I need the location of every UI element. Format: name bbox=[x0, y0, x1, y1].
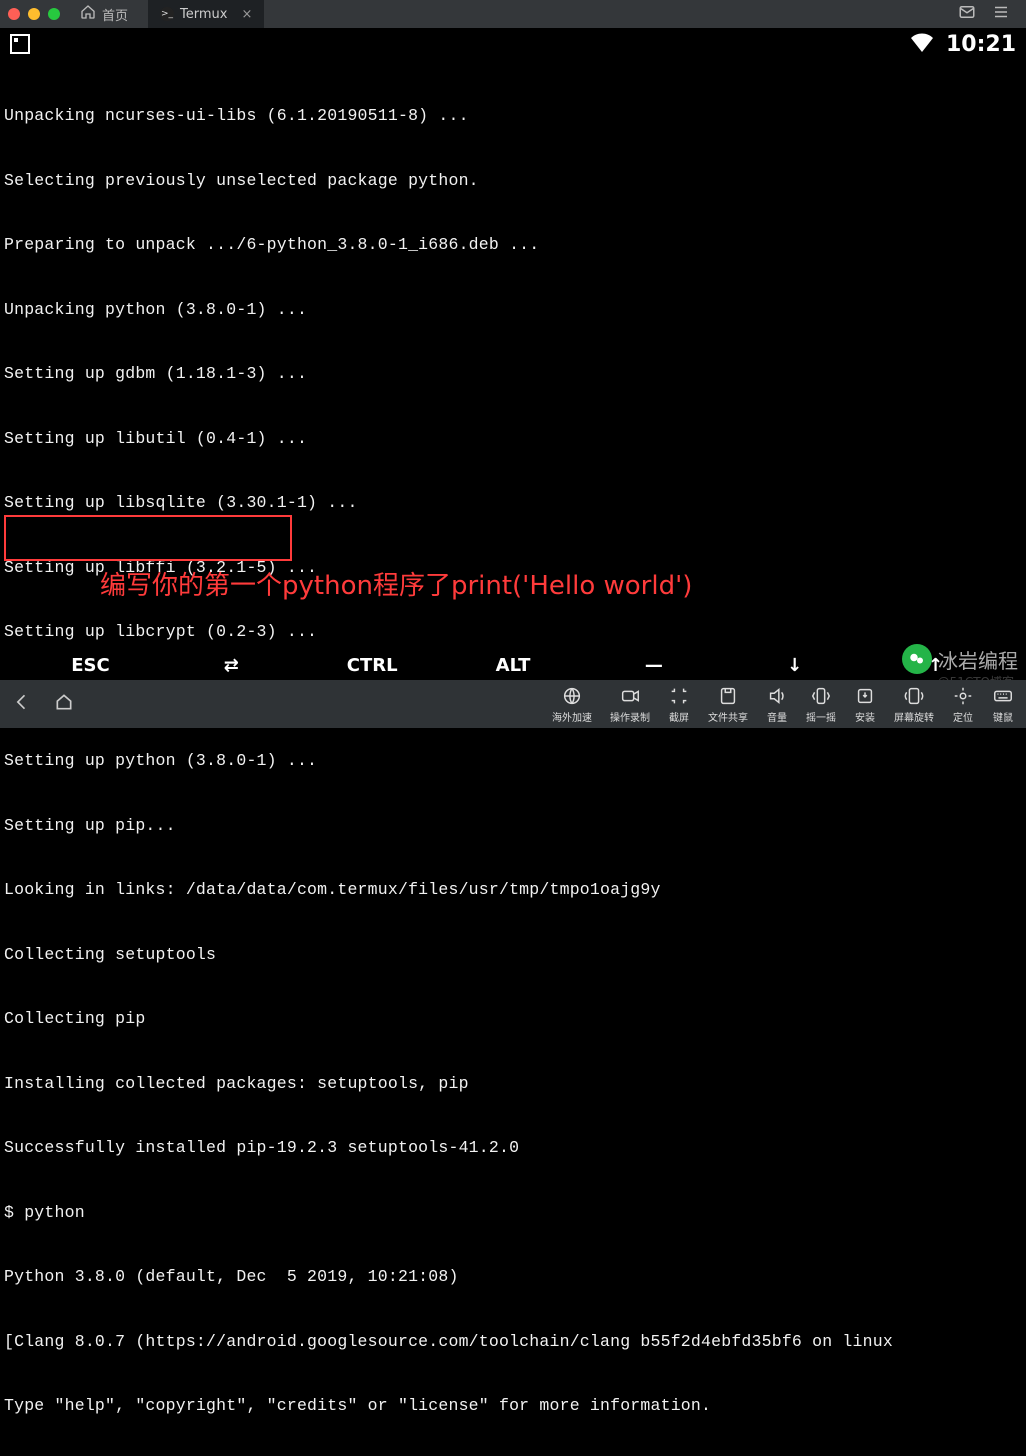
term-line: Successfully installed pip-19.2.3 setupt… bbox=[4, 1137, 1022, 1159]
term-line: Setting up gdbm (1.18.1-3) ... bbox=[4, 363, 1022, 385]
dock-rotate[interactable]: 屏幕旋转 bbox=[894, 685, 934, 724]
key-ctrl[interactable]: CTRL bbox=[302, 655, 443, 676]
android-nav bbox=[12, 692, 74, 717]
watermark-text: 冰岩编程 bbox=[938, 645, 1018, 674]
emulator-dock: 海外加速 操作录制 截屏 文件共享 音量 摇一摇 安装 屏幕旋转 bbox=[552, 685, 1014, 724]
term-line: Collecting pip bbox=[4, 1008, 1022, 1030]
term-line: Preparing to unpack .../6-python_3.8.0-1… bbox=[4, 234, 1022, 256]
annotation-rect bbox=[4, 515, 292, 561]
dock-fileshare[interactable]: 文件共享 bbox=[708, 685, 748, 724]
dock-install[interactable]: 安装 bbox=[854, 685, 876, 724]
key-dash[interactable]: — bbox=[583, 655, 724, 676]
wechat-icon bbox=[902, 644, 932, 674]
android-statusbar: 10:21 bbox=[0, 28, 1026, 60]
home-icon bbox=[80, 4, 96, 24]
term-line: Setting up libutil (0.4-1) ... bbox=[4, 428, 1022, 450]
back-icon[interactable] bbox=[12, 692, 32, 717]
home-label: 首页 bbox=[102, 5, 128, 24]
term-line: Setting up libsqlite (3.30.1-1) ... bbox=[4, 492, 1022, 514]
close-icon[interactable]: × bbox=[241, 7, 252, 22]
status-clock: 10:21 bbox=[946, 32, 1016, 57]
dock-volume[interactable]: 音量 bbox=[766, 685, 788, 724]
term-line: Installing collected packages: setuptool… bbox=[4, 1073, 1022, 1095]
tab-label: Termux bbox=[180, 7, 227, 22]
menu-icon[interactable] bbox=[992, 3, 1010, 26]
key-down[interactable]: ↓ bbox=[724, 655, 865, 676]
term-line: Selecting previously unselected package … bbox=[4, 170, 1022, 192]
maximize-window[interactable] bbox=[48, 8, 60, 20]
titlebar-actions bbox=[958, 3, 1018, 26]
wifi-icon bbox=[910, 32, 934, 57]
key-tab[interactable]: ⇄ bbox=[161, 655, 302, 676]
term-line: Collecting setuptools bbox=[4, 944, 1022, 966]
app-square-icon[interactable] bbox=[10, 34, 30, 54]
tab-termux[interactable]: >_ Termux × bbox=[148, 0, 264, 28]
dock-location[interactable]: 定位 bbox=[952, 685, 974, 724]
term-line: Setting up libcrypt (0.2-3) ... bbox=[4, 621, 1022, 643]
terminal-output[interactable]: Unpacking ncurses-ui-libs (6.1.20190511-… bbox=[0, 60, 1026, 1456]
termux-softkeys: ESC ⇄ CTRL ALT — ↓ ↑ bbox=[0, 655, 1026, 676]
term-line: Setting up python (3.8.0-1) ... bbox=[4, 750, 1022, 772]
term-line: $ python bbox=[4, 1202, 1022, 1224]
term-line: Unpacking ncurses-ui-libs (6.1.20190511-… bbox=[4, 105, 1022, 127]
key-alt[interactable]: ALT bbox=[443, 655, 584, 676]
dock-shake[interactable]: 摇一摇 bbox=[806, 685, 836, 724]
emulator-bottombar: 海外加速 操作录制 截屏 文件共享 音量 摇一摇 安装 屏幕旋转 bbox=[0, 680, 1026, 728]
mail-icon[interactable] bbox=[958, 3, 976, 26]
watermark: 冰岩编程 bbox=[902, 644, 1018, 674]
term-line: Setting up pip... bbox=[4, 815, 1022, 837]
home-nav-icon[interactable] bbox=[54, 692, 74, 717]
dock-screenshot[interactable]: 截屏 bbox=[668, 685, 690, 724]
window-controls bbox=[8, 8, 60, 20]
dock-record[interactable]: 操作录制 bbox=[610, 685, 650, 724]
term-line: Unpacking python (3.8.0-1) ... bbox=[4, 299, 1022, 321]
term-line: Looking in links: /data/data/com.termux/… bbox=[4, 879, 1022, 901]
dock-keyboard[interactable]: 键鼠 bbox=[992, 685, 1014, 724]
titlebar: 首页 >_ Termux × bbox=[0, 0, 1026, 28]
term-line: Type "help", "copyright", "credits" or "… bbox=[4, 1395, 1022, 1417]
key-esc[interactable]: ESC bbox=[20, 655, 161, 676]
term-line: Python 3.8.0 (default, Dec 5 2019, 10:21… bbox=[4, 1266, 1022, 1288]
term-line: [Clang 8.0.7 (https://android.googlesour… bbox=[4, 1331, 1022, 1353]
home-tab[interactable]: 首页 bbox=[68, 0, 140, 28]
dock-overseas[interactable]: 海外加速 bbox=[552, 685, 592, 724]
term-line: Setting up libffi (3.2.1-5) ... bbox=[4, 557, 1022, 579]
close-window[interactable] bbox=[8, 8, 20, 20]
terminal-icon: >_ bbox=[160, 7, 174, 21]
minimize-window[interactable] bbox=[28, 8, 40, 20]
